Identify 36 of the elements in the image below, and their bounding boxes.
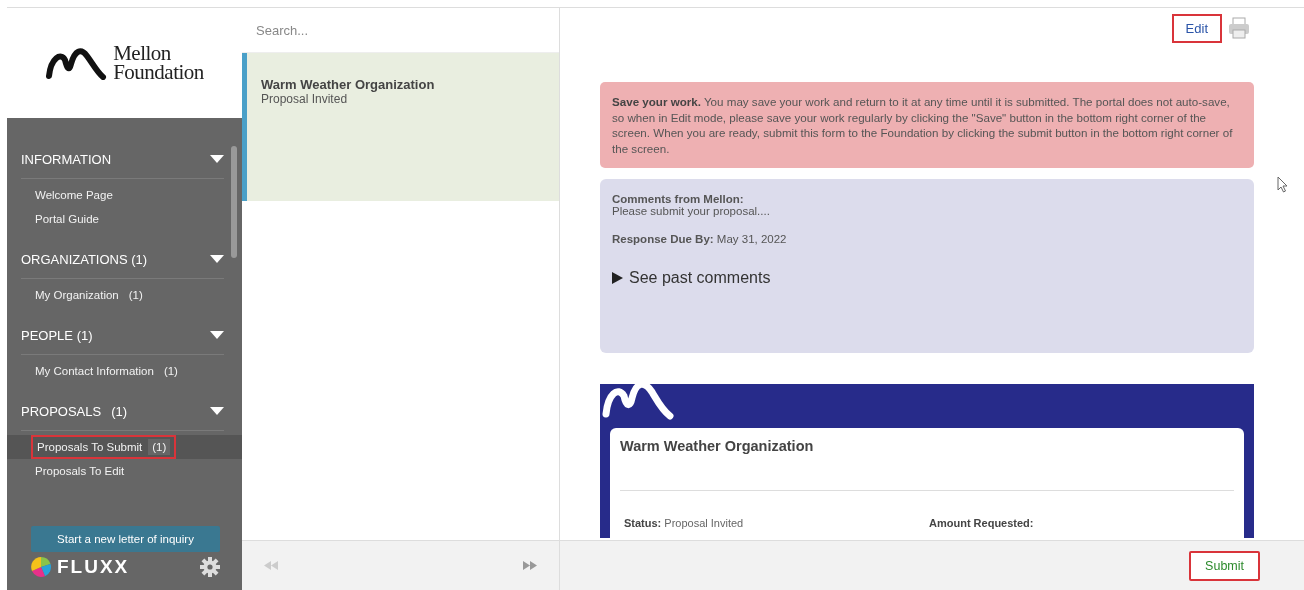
new-inquiry-button[interactable]: Start a new letter of inquiry — [31, 526, 220, 552]
section-heading[interactable]: INFORMATION — [21, 151, 112, 167]
form-title: Warm Weather Organization — [620, 438, 1234, 491]
fast-forward-icon[interactable] — [523, 561, 537, 570]
alert-message: Save your work. You may save your work and return to it at any time until it is submitted. The portal does not auto-save, so when in Edit mode, please save your work regularly by clicking the "Save" button in the bottom right corner of the screen. When you are ready, submit this form to the Foundation by clicking the submit button in the bottom right corner of the screen. — [600, 82, 1254, 168]
section-heading[interactable]: ORGANIZATIONS (1) — [21, 251, 148, 267]
section-heading[interactable]: PEOPLE (1) — [21, 327, 93, 343]
sidebar-item[interactable]: Proposals To Edit — [7, 459, 242, 483]
edit-button[interactable]: Edit — [1171, 13, 1222, 43]
caret-icon[interactable] — [210, 406, 224, 416]
submit-button[interactable]: Submit — [1189, 550, 1260, 581]
card-title: Warm Weather Organization — [261, 77, 436, 92]
settings-icon[interactable] — [200, 557, 220, 577]
due-date: Response Due By: May 31, 2022 — [612, 233, 788, 245]
comments-heading: Comments from Mellon: — [612, 193, 745, 205]
caret-icon[interactable] — [210, 154, 224, 164]
scrollbar[interactable] — [231, 146, 237, 258]
sidebar-item[interactable]: My Organization (1) — [7, 283, 242, 307]
form-field: Status: Proposal Invited — [624, 517, 929, 529]
past-comments-toggle[interactable]: See past comments — [612, 269, 771, 287]
sidebar-item[interactable]: My Contact Information (1) — [7, 359, 242, 383]
comment-text: Please submit your proposal.... — [612, 205, 771, 217]
form-field: Amount Requested: — [929, 517, 1234, 529]
caret-icon[interactable] — [210, 254, 224, 264]
sidebar-item[interactable]: Portal Guide — [7, 207, 242, 231]
section-heading[interactable]: PROPOSALS (1) — [21, 403, 128, 419]
logo-icon — [45, 46, 108, 80]
card-status: Proposal Invited — [261, 92, 349, 106]
sidebar-item[interactable]: Proposals To Submit (1) — [7, 435, 242, 459]
caret-icon[interactable] — [210, 330, 224, 340]
triangle-icon — [612, 272, 623, 284]
sidebar-item[interactable]: Welcome Page — [7, 183, 242, 207]
logo-text: Mellon Foundation — [113, 44, 204, 82]
proposal-card[interactable]: Warm Weather Organization Proposal Invited — [242, 53, 559, 201]
brand-logo: FLUXX — [31, 556, 130, 578]
cursor-icon — [1277, 176, 1288, 193]
